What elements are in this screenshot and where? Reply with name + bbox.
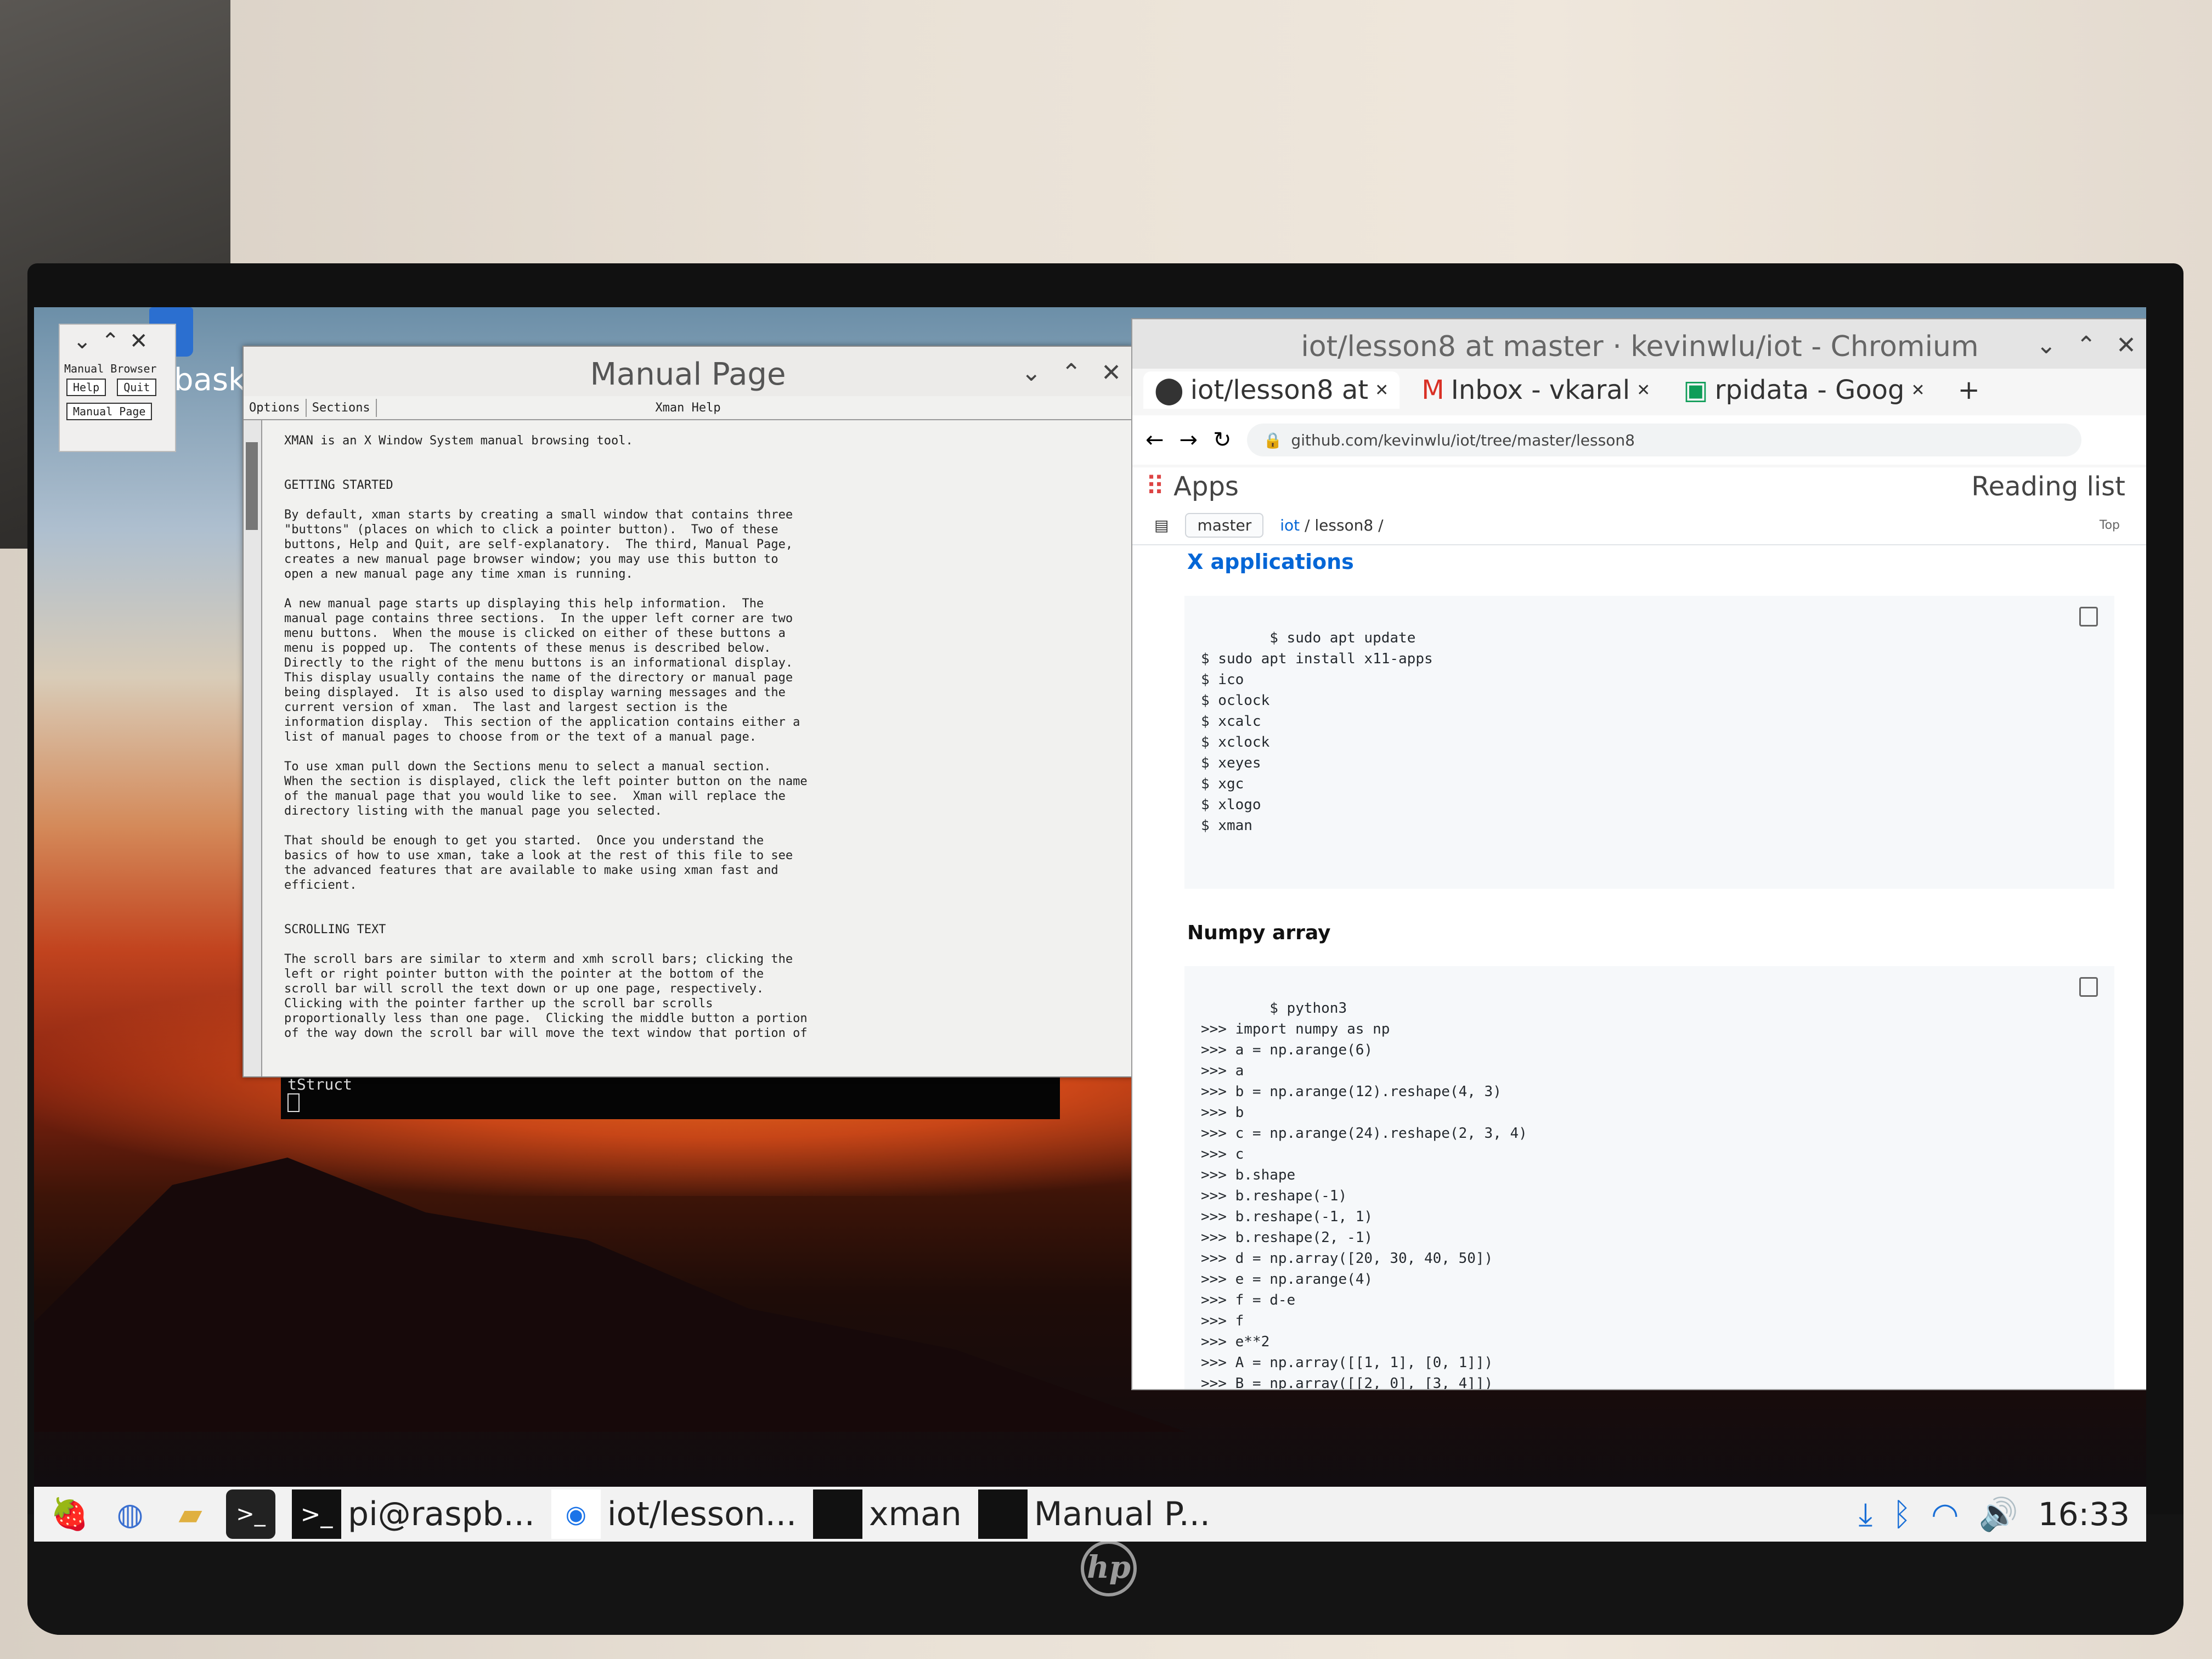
xman-window: ⌄ ⌃ ✕ Manual Browser Help Quit Manual Pa… [59, 324, 176, 452]
github-file-nav: ▤ master iot / lesson8 / Top [1132, 506, 2146, 545]
back-icon[interactable]: ← [1146, 427, 1164, 453]
tab-label: rpidata - Goog [1714, 375, 1905, 405]
file-tree-icon[interactable]: ▤ [1154, 516, 1169, 534]
maximize-icon[interactable]: ⌃ [101, 329, 120, 354]
tab-github[interactable]: ⬤ iot/lesson8 at ✕ [1143, 371, 1400, 409]
help-button[interactable]: Help [66, 379, 106, 396]
chromium-titlebar[interactable]: iot/lesson8 at master · kevinwlu/iot - C… [1132, 319, 2146, 369]
heading-numpy-array: Numpy array [1187, 922, 1331, 944]
breadcrumb: iot / lesson8 / [1280, 516, 1383, 534]
code-block-x: $ sudo apt update $ sudo apt install x11… [1184, 596, 2114, 889]
minimize-icon[interactable]: ⌄ [2036, 331, 2056, 359]
heading-x-applications: X applications [1187, 550, 1354, 574]
manual-page-text: XMAN is an X Window System manual browsi… [284, 434, 808, 1040]
system-tray: ⤓ ᛒ ◠ 🔊 16:33 [1859, 1496, 2130, 1533]
hp-logo: hp [1081, 1541, 1137, 1596]
bookmarks-bar: ⠿ Apps Reading list [1132, 467, 2146, 507]
wallpaper-mountain [34, 1158, 1186, 1432]
code-block-numpy: $ python3 >>> import numpy as np >>> a =… [1184, 966, 2114, 1389]
quit-button[interactable]: Quit [117, 379, 157, 396]
terminal-line: tStruct [287, 1075, 353, 1093]
top-link[interactable]: Top [2100, 518, 2120, 532]
close-icon[interactable]: ✕ [1637, 381, 1650, 400]
taskbar-item-label: Manual P... [1034, 1495, 1210, 1533]
close-icon[interactable]: ✕ [1375, 381, 1389, 400]
file-manager-icon[interactable]: ▰ [166, 1489, 215, 1539]
plus-icon: + [1957, 375, 1980, 405]
manual-page-button[interactable]: Manual Page [66, 403, 153, 420]
taskbar-item-xman[interactable]: xman [813, 1489, 962, 1539]
reading-list-button[interactable]: Reading list [1971, 471, 2125, 502]
taskbar-item-terminal[interactable]: >_ pi@raspb... [292, 1489, 535, 1539]
scrollbar-thumb[interactable] [246, 442, 258, 530]
raspberry-menu-icon[interactable]: 🍓 [45, 1489, 94, 1539]
chromium-window: iot/lesson8 at master · kevinwlu/iot - C… [1131, 318, 2146, 1390]
desktop-label: bask [174, 362, 246, 398]
apps-icon: ⠿ [1146, 471, 1165, 502]
address-bar[interactable]: 🔒 github.com/kevinwlu/iot/tree/master/le… [1246, 424, 2081, 456]
terminal-cursor [287, 1093, 300, 1112]
apps-bookmark[interactable]: Apps [1173, 471, 1239, 502]
clock[interactable]: 16:33 [2038, 1496, 2130, 1533]
taskbar: 🍓 ◍ ▰ >_ >_ pi@raspb... ◉ iot/lesson... … [34, 1487, 2146, 1542]
bluetooth-icon[interactable]: ᛒ [1892, 1496, 1911, 1533]
close-icon[interactable]: ✕ [1911, 381, 1925, 400]
xman-titlebar: ⌄ ⌃ ✕ [60, 325, 175, 358]
manual-page-titlebar[interactable]: Manual Page ⌄ ⌃ ✕ [244, 347, 1132, 396]
tab-sheets[interactable]: ▣ rpidata - Goog ✕ [1672, 371, 1936, 409]
manual-page-icon [978, 1489, 1028, 1539]
volume-icon[interactable]: 🔊 [1979, 1496, 2018, 1533]
browser-toolbar: ← → ↻ 🔒 github.com/kevinwlu/iot/tree/mas… [1132, 415, 2146, 465]
gmail-icon: M [1421, 375, 1444, 405]
copy-icon[interactable] [2079, 607, 2098, 627]
tab-label: iot/lesson8 at [1190, 375, 1369, 405]
reload-icon[interactable]: ↻ [1213, 427, 1232, 453]
terminal-icon[interactable]: >_ [226, 1489, 275, 1539]
manual-page-scrollbar[interactable] [244, 420, 262, 1076]
page-content: ▤ master iot / lesson8 / Top X applicati… [1132, 506, 2146, 1389]
code-text: $ python3 >>> import numpy as np >>> a =… [1201, 1000, 1527, 1389]
taskbar-item-chromium[interactable]: ◉ iot/lesson... [551, 1489, 797, 1539]
xman-body: Manual Browser Help Quit Manual Page [60, 358, 175, 428]
wifi-icon[interactable]: ◠ [1931, 1496, 1959, 1533]
xman-icon [813, 1489, 863, 1539]
forward-icon[interactable]: → [1180, 427, 1198, 453]
xman-title: Manual Browser [64, 362, 157, 375]
manual-page-menubar: Options Sections Xman Help [244, 396, 1132, 420]
tab-label: Inbox - vkaral [1451, 375, 1630, 405]
copy-icon[interactable] [2079, 977, 2098, 997]
terminal-icon: >_ [292, 1489, 341, 1539]
web-browser-icon[interactable]: ◍ [105, 1489, 155, 1539]
taskbar-item-label: iot/lesson... [607, 1495, 797, 1533]
lock-icon: 🔒 [1263, 431, 1283, 449]
close-icon[interactable]: ✕ [1101, 359, 1121, 387]
url-text: github.com/kevinwlu/iot/tree/master/less… [1291, 431, 1635, 449]
maximize-icon[interactable]: ⌃ [1061, 359, 1081, 387]
download-icon[interactable]: ⤓ [1859, 1496, 1873, 1533]
code-text: $ sudo apt update $ sudo apt install x11… [1201, 630, 1433, 834]
tab-gmail[interactable]: M Inbox - vkaral ✕ [1410, 371, 1661, 409]
breadcrumb-repo[interactable]: iot [1280, 516, 1300, 534]
breadcrumb-path: / lesson8 / [1305, 516, 1384, 534]
branch-selector[interactable]: master [1185, 512, 1264, 538]
close-icon[interactable]: ✕ [129, 329, 148, 354]
screen: bask ⌄ ⌃ ✕ Manual Browser Help Quit Manu… [34, 307, 2146, 1542]
github-icon: ⬤ [1154, 375, 1184, 405]
taskbar-item-label: pi@raspb... [348, 1495, 535, 1533]
manual-page-window: Manual Page ⌄ ⌃ ✕ Options Sections Xman … [242, 346, 1133, 1077]
taskbar-item-manual-page[interactable]: Manual P... [978, 1489, 1210, 1539]
chromium-icon: ◉ [551, 1489, 601, 1539]
minimize-icon[interactable]: ⌄ [73, 329, 92, 354]
maximize-icon[interactable]: ⌃ [2076, 331, 2096, 359]
chromium-title: iot/lesson8 at master · kevinwlu/iot - C… [1301, 330, 1979, 363]
sheets-icon: ▣ [1683, 375, 1708, 405]
minimize-icon[interactable]: ⌄ [1021, 359, 1041, 387]
tab-strip: ⬤ iot/lesson8 at ✕ M Inbox - vkaral ✕ ▣ … [1143, 371, 1991, 409]
new-tab-button[interactable]: + [1947, 371, 1991, 409]
manual-page-info: Xman Help [655, 400, 721, 415]
close-icon[interactable]: ✕ [2116, 331, 2136, 359]
manual-page-title: Manual Page [590, 357, 786, 392]
taskbar-item-label: xman [869, 1495, 962, 1533]
